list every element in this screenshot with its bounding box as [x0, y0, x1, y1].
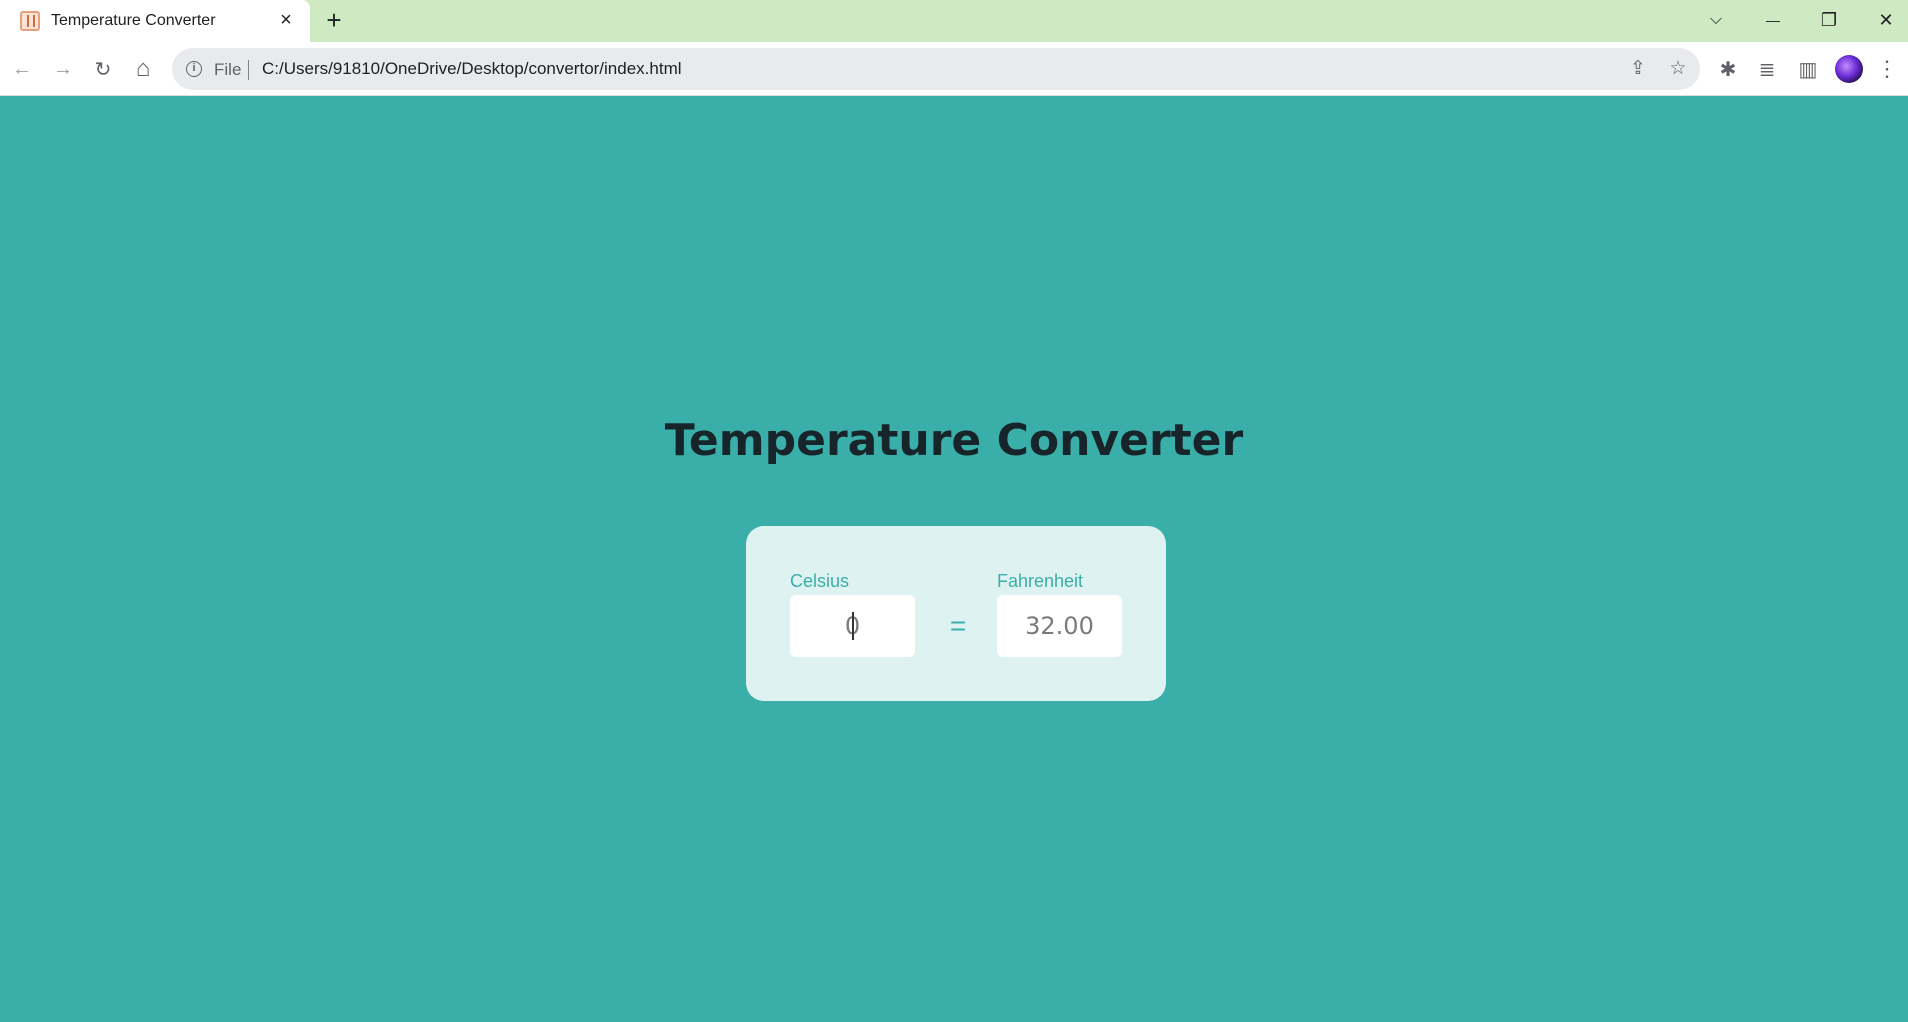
- file-scheme-label: File: [214, 60, 242, 79]
- close-tab-icon[interactable]: ×: [276, 10, 296, 30]
- tab-search-chevron-icon[interactable]: ⌵: [1702, 6, 1730, 34]
- fahrenheit-label: Fahrenheit: [997, 571, 1084, 591]
- home-icon[interactable]: ⌂: [129, 55, 157, 83]
- browser-toolbar: ← → ↻ ⌂ i File C:/Users/91810/OneDrive/D…: [0, 42, 1908, 96]
- page-title: Temperature Converter: [664, 415, 1244, 466]
- equals-sign: =: [949, 610, 967, 641]
- window-close-icon[interactable]: ✕: [1872, 6, 1900, 34]
- forward-arrow-icon[interactable]: →: [49, 55, 77, 83]
- minimize-icon[interactable]: —: [1759, 6, 1787, 34]
- page-content: Temperature Converter Celsius = Fahrenhe…: [0, 97, 1908, 1022]
- omnibox-divider: [248, 60, 249, 80]
- active-tab[interactable]: Temperature Converter ×: [0, 0, 310, 42]
- bookmark-star-icon[interactable]: ☆: [1667, 58, 1689, 80]
- extensions-puzzle-icon[interactable]: ✱: [1714, 55, 1742, 83]
- url-text[interactable]: C:/Users/91810/OneDrive/Desktop/converto…: [262, 59, 682, 79]
- more-menu-icon[interactable]: ⋮: [1873, 55, 1901, 83]
- converter-card: Celsius = Fahrenheit: [746, 526, 1166, 701]
- fahrenheit-input[interactable]: [997, 595, 1122, 657]
- media-control-icon[interactable]: ≣: [1753, 55, 1781, 83]
- text-cursor: [852, 612, 854, 640]
- thermometer-favicon-icon: [20, 11, 40, 31]
- back-arrow-icon[interactable]: ←: [8, 55, 36, 83]
- share-icon[interactable]: ⇪: [1627, 58, 1649, 80]
- side-panel-icon[interactable]: ▥: [1794, 55, 1822, 83]
- site-info-icon[interactable]: i: [186, 61, 202, 77]
- tab-title: Temperature Converter: [51, 12, 216, 29]
- reload-icon[interactable]: ↻: [89, 55, 117, 83]
- tab-strip: Temperature Converter × + ⌵ — ❐ ✕: [0, 0, 1908, 42]
- restore-icon[interactable]: ❐: [1815, 6, 1843, 34]
- address-bar[interactable]: i File C:/Users/91810/OneDrive/Desktop/c…: [172, 48, 1700, 90]
- new-tab-icon[interactable]: +: [322, 7, 346, 33]
- celsius-label: Celsius: [790, 571, 850, 591]
- profile-avatar[interactable]: [1835, 55, 1863, 83]
